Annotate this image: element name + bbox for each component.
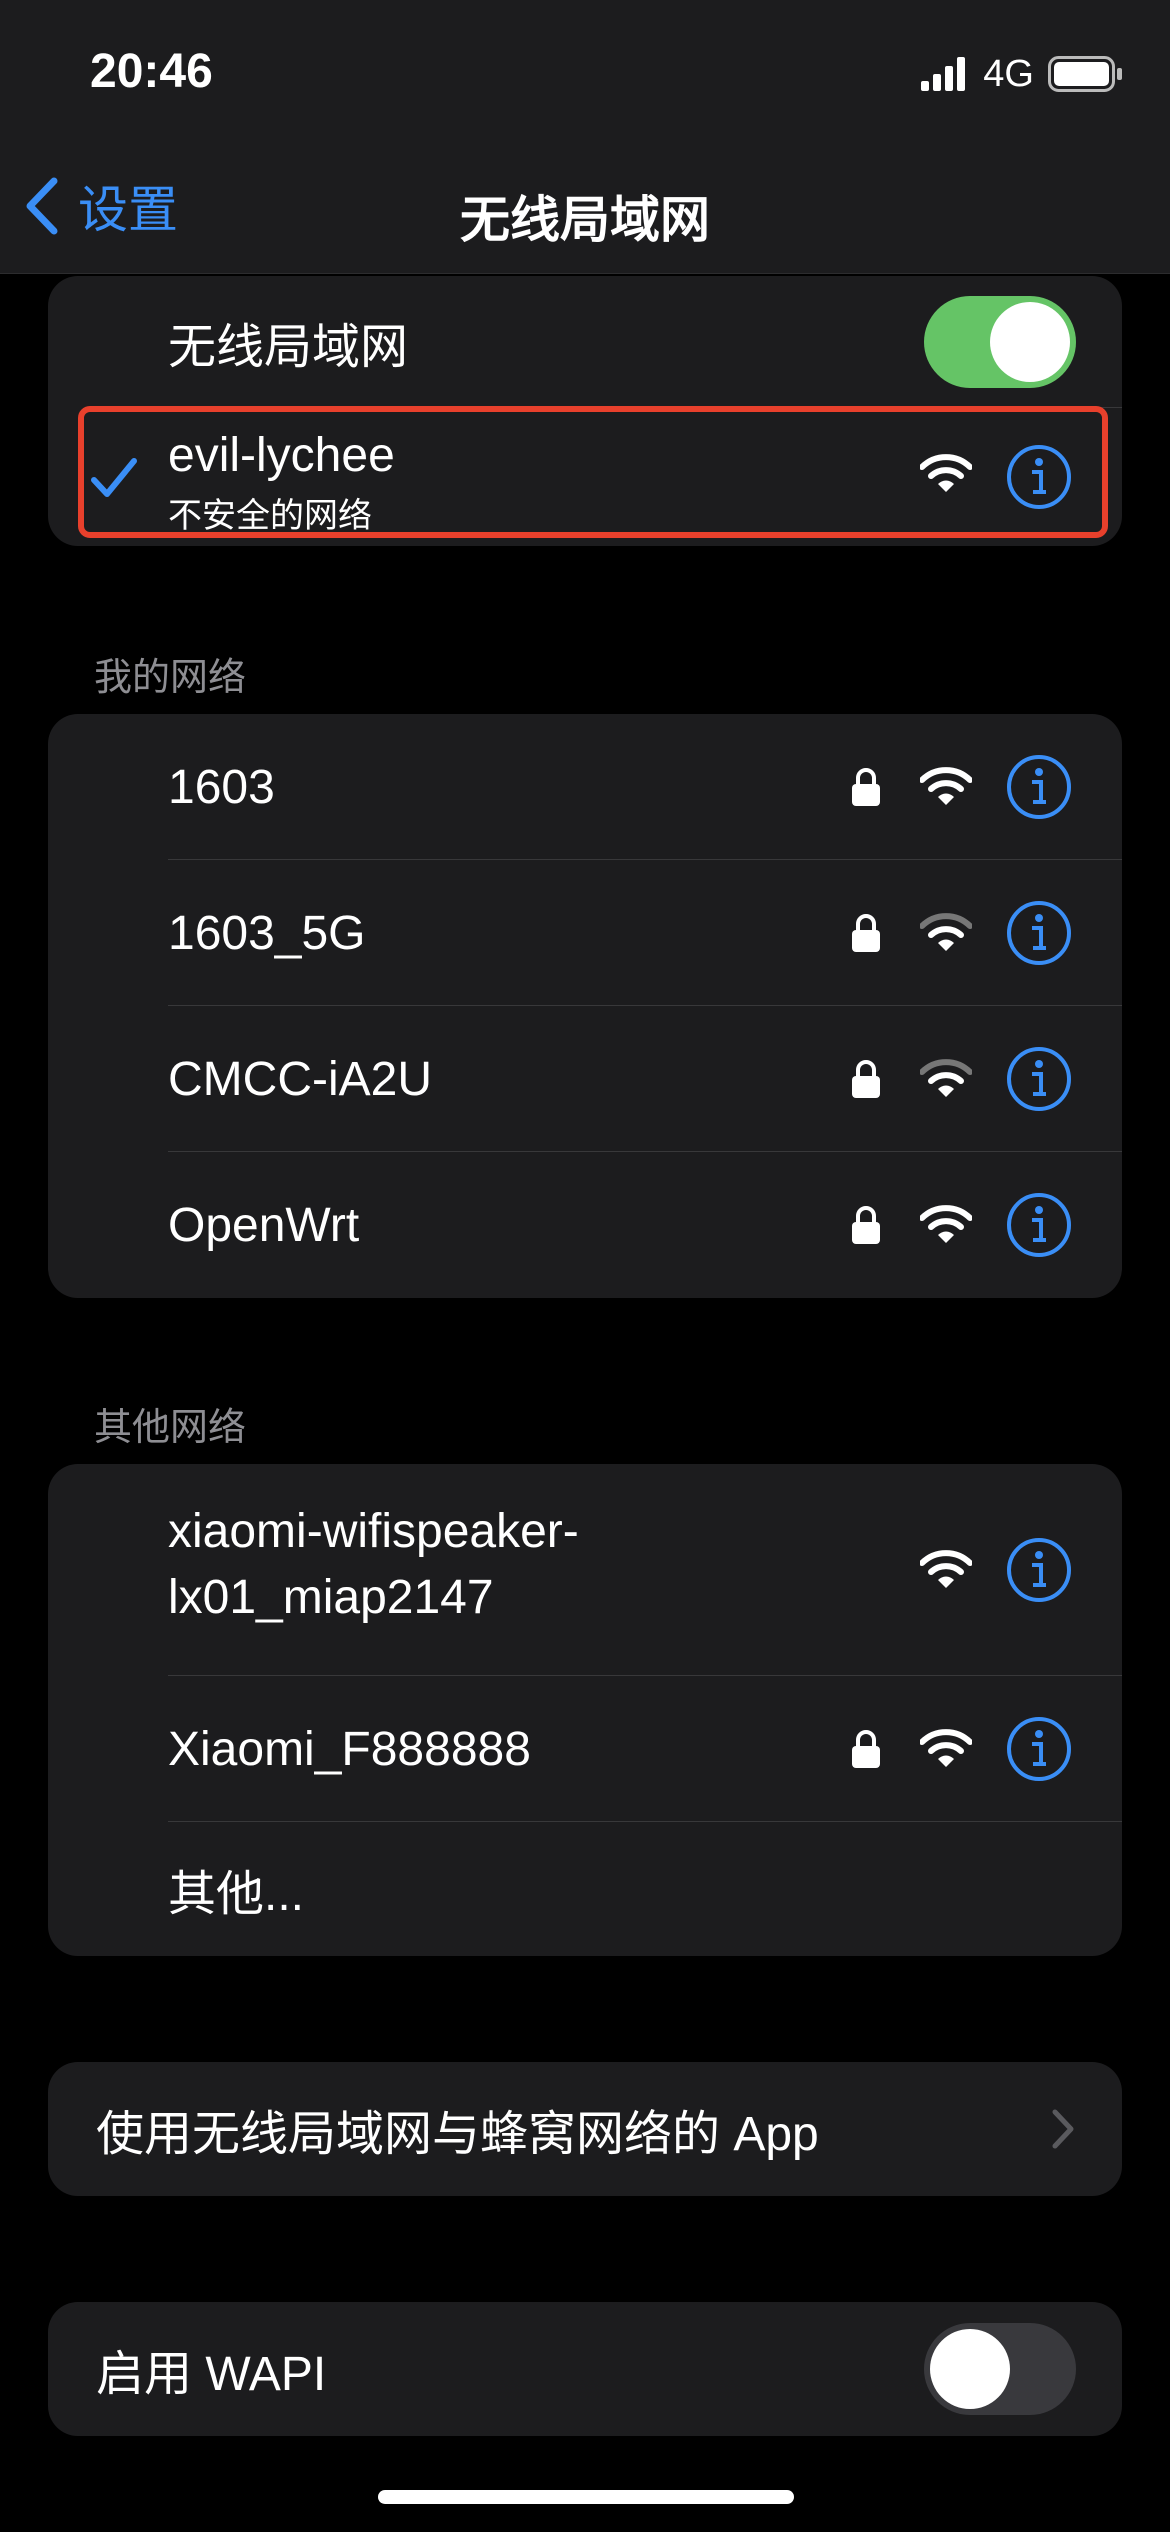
info-icon[interactable] — [1006, 1192, 1072, 1258]
wifi-toggle-label: 无线局域网 — [168, 321, 409, 374]
network-row[interactable]: OpenWrt — [48, 1152, 1122, 1298]
page-title: 无线局域网 — [460, 192, 710, 248]
apps-row-label: 使用无线局域网与蜂窝网络的 App — [96, 2108, 819, 2161]
wifi-toggle-row: 无线局域网 — [48, 276, 1122, 408]
other-networks-header: 其他网络 — [94, 1407, 247, 1449]
status-bar: 20:46 4G — [0, 0, 1170, 140]
chevron-right-icon — [1052, 2109, 1074, 2149]
lock-icon — [852, 1730, 880, 1768]
network-name: OpenWrt — [168, 1198, 360, 1252]
wapi-row: 启用 WAPI — [48, 2302, 1122, 2436]
battery-icon — [1048, 56, 1122, 92]
network-row[interactable]: Xiaomi_F888888 — [48, 1676, 1122, 1822]
status-right: 4G — [921, 52, 1124, 96]
network-row[interactable]: 1603_5G — [48, 860, 1122, 1006]
network-name: CMCC-iA2U — [168, 1052, 432, 1106]
wifi-signal-icon — [920, 1059, 972, 1097]
info-icon[interactable] — [1006, 1046, 1072, 1112]
apps-row[interactable]: 使用无线局域网与蜂窝网络的 App — [48, 2062, 1122, 2196]
other-network-label: 其他... — [168, 1868, 305, 1921]
network-row[interactable]: xiaomi-wifispeaker- lx01_miap2147 — [48, 1464, 1122, 1676]
highlight-box — [78, 406, 1108, 538]
network-type: 4G — [983, 52, 1034, 95]
home-indicator[interactable] — [378, 2490, 794, 2504]
network-row[interactable]: CMCC-iA2U — [48, 1006, 1122, 1152]
my-networks-group: 1603 1603_5G CMCC-iA2U OpenWrt — [48, 714, 1122, 1298]
lock-icon — [852, 768, 880, 806]
lock-icon — [852, 1206, 880, 1244]
info-icon[interactable] — [1006, 1716, 1072, 1782]
lock-icon — [852, 1060, 880, 1098]
apps-group: 使用无线局域网与蜂窝网络的 App — [48, 2062, 1122, 2196]
wapi-label: 启用 WAPI — [96, 2348, 327, 2401]
info-icon[interactable] — [1006, 754, 1072, 820]
network-name-line1: xiaomi-wifispeaker- — [168, 1505, 579, 1558]
info-icon[interactable] — [1006, 900, 1072, 966]
wifi-signal-icon — [920, 913, 972, 951]
toggle-knob — [930, 2329, 1010, 2409]
my-networks-header: 我的网络 — [94, 657, 247, 699]
wapi-toggle[interactable] — [924, 2323, 1076, 2415]
navigation-bar: 设置 无线局域网 — [0, 140, 1170, 274]
toggle-knob — [990, 302, 1070, 382]
lock-icon — [852, 914, 880, 952]
wapi-group: 启用 WAPI — [48, 2302, 1122, 2436]
wifi-signal-icon — [920, 767, 972, 805]
network-name: 1603_5G — [168, 906, 366, 960]
network-name: 1603 — [168, 760, 275, 814]
wifi-toggle[interactable] — [924, 296, 1076, 388]
network-row[interactable]: 1603 — [48, 714, 1122, 860]
other-networks-group: xiaomi-wifispeaker- lx01_miap2147 Xiaomi… — [48, 1464, 1122, 1956]
cellular-signal-icon — [921, 57, 966, 91]
other-network-row[interactable]: 其他... — [48, 1822, 1122, 1956]
wifi-signal-icon — [920, 1550, 972, 1588]
status-time: 20:46 — [90, 45, 213, 98]
network-name: Xiaomi_F888888 — [168, 1722, 531, 1776]
wifi-signal-icon — [920, 1205, 972, 1243]
info-icon[interactable] — [1006, 1537, 1072, 1603]
network-name-line2: lx01_miap2147 — [168, 1571, 494, 1624]
wifi-signal-icon — [920, 1729, 972, 1767]
